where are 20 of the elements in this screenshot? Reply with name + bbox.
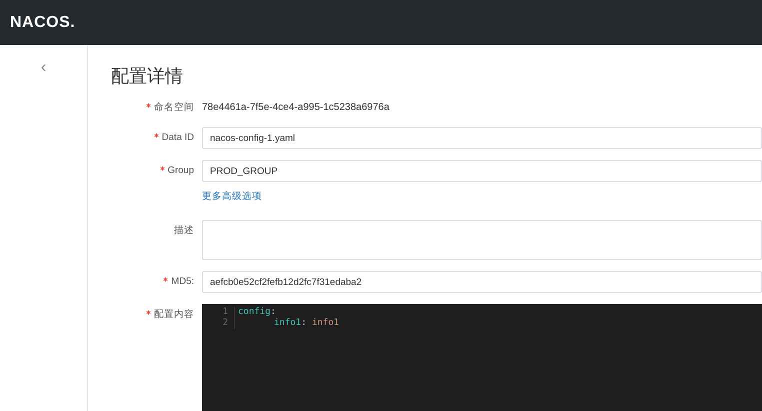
field-label: 配置内容 — [154, 309, 194, 320]
page-title: 配置详情 — [111, 65, 184, 87]
input-field[interactable]: PROD_GROUP — [202, 160, 762, 182]
namespace-value: 78e4461a-7f5e-4ce4-a995-1c5238a6976a — [202, 101, 390, 115]
collapse-button[interactable]: ‹ — [40, 61, 46, 75]
field-label: 描述 — [174, 225, 194, 236]
field-label: MD5: — [171, 276, 194, 287]
advanced-options-link[interactable]: 更多高级选项 — [202, 191, 262, 203]
field-label: 命名空间 — [154, 102, 194, 113]
input-field[interactable]: nacos-config-1.yaml — [202, 127, 762, 149]
description-field[interactable] — [202, 220, 762, 260]
code-line: info1: info1 — [274, 318, 340, 328]
input-field[interactable]: aefcb0e52cf2fefb12d2fc7f31edaba2 — [202, 271, 762, 293]
nacos-logo: NACOS. — [10, 14, 76, 32]
field-label: Data ID — [162, 132, 194, 143]
field-label: Group — [168, 165, 194, 176]
code-line: config: — [238, 307, 276, 317]
code-editor[interactable]: 1 config: 2 info1: info1 — [202, 304, 762, 411]
line-number: 2 — [202, 318, 235, 329]
line-number: 1 — [202, 307, 235, 318]
